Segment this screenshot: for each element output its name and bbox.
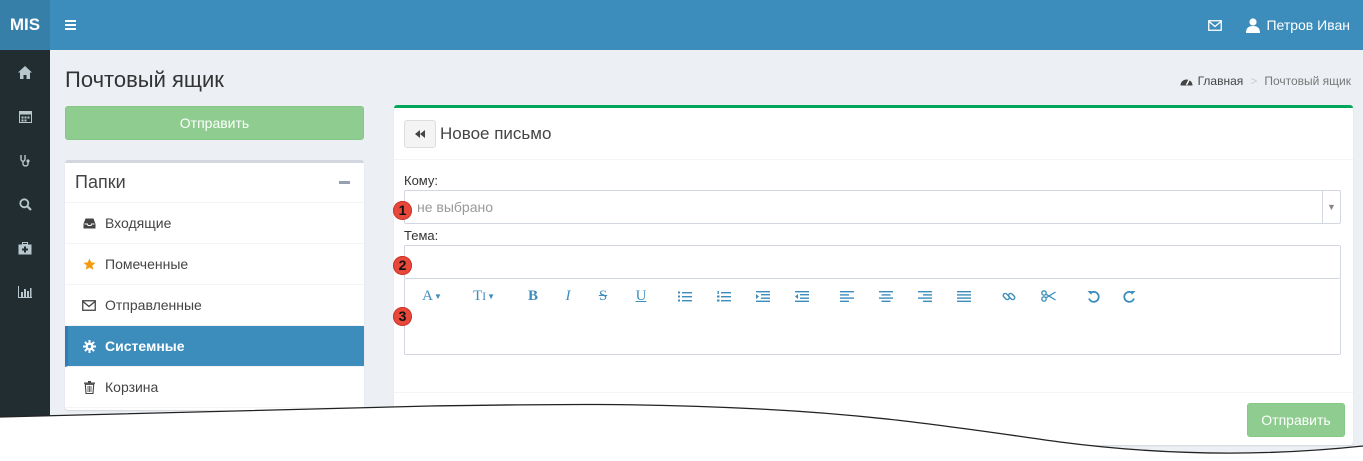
collapse-minus-icon[interactable] — [339, 181, 350, 184]
envelope-icon — [82, 299, 96, 311]
sidebar-item-reports[interactable] — [0, 270, 50, 314]
to-label: Кому: — [404, 173, 438, 188]
align-center-icon[interactable] — [878, 285, 894, 307]
inbox-icon — [82, 218, 96, 229]
folder-item-trash[interactable]: Корзина — [65, 367, 364, 408]
folders-box: Папки Входящие Помеченные Отправленные С… — [65, 160, 364, 410]
page-title: Почтовый ящик — [65, 67, 224, 92]
breadcrumb-separator: > — [1250, 74, 1258, 88]
subject-label: Тема: — [404, 228, 439, 243]
backward-icon — [415, 129, 425, 138]
back-button[interactable] — [404, 119, 436, 148]
folder-label: Входящие — [105, 215, 172, 231]
app-logo[interactable]: MIS — [0, 0, 50, 50]
bullet-list-icon[interactable] — [677, 285, 693, 307]
folder-label: Системные — [105, 338, 185, 354]
folders-title: Папки — [75, 172, 126, 192]
link-icon[interactable] — [1001, 285, 1017, 307]
sidebar-item-search[interactable] — [0, 182, 50, 226]
folder-item-starred[interactable]: Помеченные — [65, 244, 364, 285]
caret-down-icon[interactable]: ▼ — [1322, 191, 1340, 223]
align-left-icon[interactable] — [839, 285, 855, 307]
main-sidebar — [0, 50, 50, 461]
home-icon — [18, 65, 32, 79]
star-icon — [82, 258, 96, 271]
send-button-bottom[interactable]: Отправить — [1247, 403, 1345, 437]
compose-body: Кому: не выбрано ▼ Тема: A ▼ T I ▼ B I S U — [394, 160, 1353, 355]
sidebar-item-medkit[interactable] — [0, 226, 50, 270]
italic-icon[interactable]: I — [561, 285, 575, 307]
folders-header: Папки — [65, 163, 364, 203]
annotation-marker-3: 3 — [393, 307, 412, 326]
medkit-icon — [18, 241, 32, 254]
compose-header: Новое письмо — [394, 108, 1353, 160]
sidebar-item-calendar[interactable] — [0, 94, 50, 138]
breadcrumb: Главная > Почтовый ящик — [1180, 74, 1351, 88]
underline-icon[interactable]: U — [634, 285, 648, 307]
content-wrapper: Почтовый ящик Главная > Почтовый ящик От… — [50, 50, 1363, 461]
annotation-marker-1: 1 — [393, 201, 412, 220]
align-justify-icon[interactable] — [956, 285, 972, 307]
subject-input[interactable] — [404, 245, 1341, 279]
user-icon — [1246, 17, 1261, 33]
message-editor[interactable]: A ▼ T I ▼ B I S U — [404, 279, 1341, 355]
navbar-right: Петров Иван — [1196, 0, 1363, 50]
bar-chart-icon — [18, 286, 32, 298]
compose-footer: Отправить — [394, 392, 1353, 445]
send-button-top[interactable]: Отправить — [65, 106, 364, 140]
envelope-icon — [1208, 19, 1223, 31]
folder-label: Отправленные — [105, 297, 202, 313]
redo-icon[interactable] — [1121, 285, 1137, 307]
breadcrumb-home-link[interactable]: Главная — [1198, 74, 1244, 88]
user-name: Петров Иван — [1266, 17, 1350, 33]
undo-icon[interactable] — [1085, 285, 1101, 307]
calendar-icon — [18, 110, 32, 123]
user-menu[interactable]: Петров Иван — [1238, 0, 1363, 50]
dashboard-icon — [1180, 79, 1193, 86]
folder-item-inbox[interactable]: Входящие — [65, 203, 364, 244]
folder-label: Корзина — [105, 379, 159, 395]
folder-item-system[interactable]: Системные — [65, 326, 364, 367]
folder-label: Помеченные — [105, 256, 189, 272]
bold-icon[interactable]: B — [526, 285, 540, 307]
align-right-icon[interactable] — [917, 285, 933, 307]
unlink-scissors-icon[interactable] — [1040, 285, 1056, 307]
indent-icon[interactable] — [755, 285, 771, 307]
stethoscope-icon — [19, 154, 30, 167]
recipient-placeholder: не выбрано — [417, 199, 494, 215]
numbered-list-icon[interactable] — [716, 285, 732, 307]
trash-icon — [82, 380, 96, 394]
mail-notifications-button[interactable] — [1196, 0, 1234, 50]
sidebar-item-home[interactable] — [0, 50, 50, 94]
compose-box: Новое письмо Кому: не выбрано ▼ Тема: A ▼… — [394, 105, 1353, 445]
top-navbar: MIS Петров Иван — [0, 0, 1363, 50]
font-size-icon[interactable]: T I ▼ — [469, 285, 499, 307]
gear-icon — [82, 339, 96, 353]
compose-title: Новое письмо — [440, 123, 552, 143]
font-color-icon[interactable]: A ▼ — [417, 285, 447, 307]
recipient-select[interactable]: не выбрано ▼ — [404, 190, 1341, 224]
sidebar-item-medical[interactable] — [0, 138, 50, 182]
strikethrough-icon[interactable]: S — [596, 285, 610, 307]
folder-item-sent[interactable]: Отправленные — [65, 285, 364, 326]
outdent-icon[interactable] — [794, 285, 810, 307]
breadcrumb-current: Почтовый ящик — [1264, 74, 1351, 88]
sidebar-toggle-icon[interactable] — [62, 15, 82, 35]
search-icon — [18, 197, 32, 211]
annotation-marker-2: 2 — [393, 256, 412, 275]
